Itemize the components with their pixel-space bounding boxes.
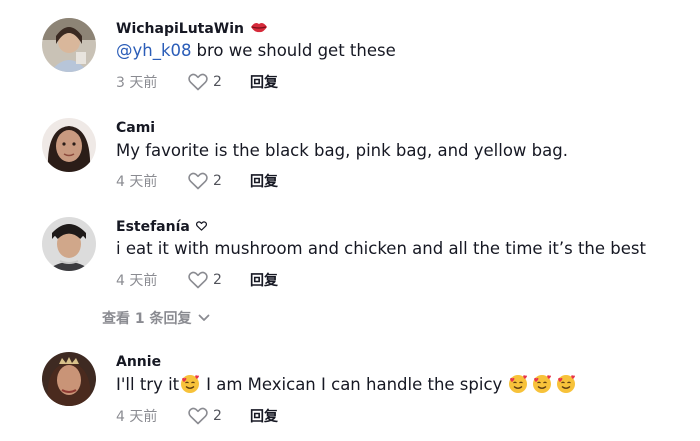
- username-text: Annie: [116, 354, 162, 370]
- comment-text: My favorite is the black bag, pink bag, …: [116, 141, 568, 160]
- lips-icon: [250, 20, 268, 38]
- comment-time: 4 天前: [116, 273, 158, 289]
- comment-body: bro we should get these: [196, 41, 396, 60]
- reply-button[interactable]: 回复: [250, 406, 278, 426]
- avatar[interactable]: [42, 217, 96, 271]
- comment-text: @yh_k08 bro we should get these: [116, 41, 396, 60]
- comment-time: 4 天前: [116, 409, 158, 425]
- username-text: WichapiLutaWin: [116, 21, 245, 37]
- like-count: 2: [213, 408, 222, 424]
- heart-outline-icon: [188, 172, 208, 190]
- reply-button[interactable]: 回复: [250, 270, 278, 290]
- like-count: 2: [213, 173, 222, 189]
- like-button[interactable]: 2: [188, 407, 250, 425]
- reply-button[interactable]: 回复: [250, 171, 278, 191]
- comment-meta: 4 天前 2 回复: [116, 269, 278, 291]
- comment-body: i eat it with mushroom and chicken and a…: [116, 239, 646, 258]
- like-button[interactable]: 2: [188, 73, 250, 91]
- comment-meta: 4 天前 2 回复: [116, 170, 278, 192]
- reply-button[interactable]: 回复: [250, 72, 278, 92]
- view-replies-label: 查看 1 条回复: [102, 311, 192, 327]
- chevron-down-icon: [198, 314, 209, 321]
- smiling-face-with-hearts-icon: [532, 374, 552, 394]
- comment-meta: 4 天前 2 回复: [116, 405, 278, 427]
- username-text: Estefanía: [116, 219, 190, 235]
- comment-body-part2: I am Mexican I can handle the spicy: [206, 374, 503, 394]
- heart-outline-icon: [188, 73, 208, 91]
- comment-text: i eat it with mushroom and chicken and a…: [116, 239, 646, 258]
- username-text: Cami: [116, 120, 156, 136]
- heart-outline-icon: [188, 271, 208, 289]
- comment-username[interactable]: WichapiLutaWin: [116, 20, 268, 38]
- avatar[interactable]: [42, 352, 96, 406]
- comment-time: 4 天前: [116, 174, 158, 190]
- like-count: 2: [213, 74, 222, 90]
- view-replies-button[interactable]: 查看 1 条回复: [102, 308, 210, 328]
- comment-meta: 3 天前 2 回复: [116, 71, 278, 93]
- comment-username[interactable]: Annie: [116, 354, 161, 370]
- avatar[interactable]: [42, 18, 96, 72]
- comment-time: 3 天前: [116, 75, 158, 91]
- comment-username[interactable]: Estefanía: [116, 219, 207, 235]
- comment-body: My favorite is the black bag, pink bag, …: [116, 141, 568, 160]
- avatar[interactable]: [42, 118, 96, 172]
- mention-link[interactable]: @yh_k08: [116, 41, 192, 60]
- comment-text: I'll try it I am Mexican I can handle th…: [116, 374, 576, 394]
- comment-body-part1: I'll try it: [116, 374, 180, 394]
- smiling-face-with-hearts-icon: [508, 374, 528, 394]
- like-button[interactable]: 2: [188, 271, 250, 289]
- like-count: 2: [213, 272, 222, 288]
- smiling-face-with-hearts-icon: [180, 374, 200, 394]
- smiling-face-with-hearts-icon: [556, 374, 576, 394]
- like-button[interactable]: 2: [188, 172, 250, 190]
- heart-outline-icon: [188, 407, 208, 425]
- heart-outline-icon: [195, 219, 207, 235]
- comment-username[interactable]: Cami: [116, 120, 155, 136]
